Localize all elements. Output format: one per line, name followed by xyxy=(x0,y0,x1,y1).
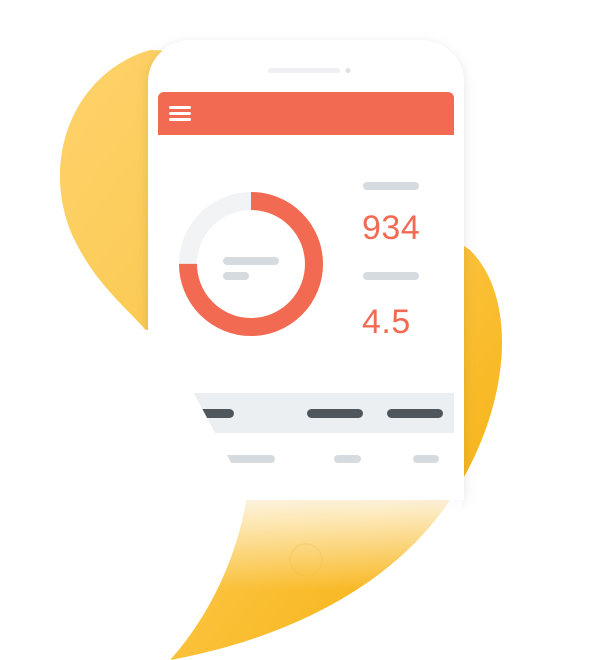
app-illustration: 934 4.5 xyxy=(0,0,600,660)
camera-dot xyxy=(345,68,351,73)
menu-bar xyxy=(169,106,191,109)
column-header-skeleton xyxy=(387,409,443,418)
metric-value-primary: 934 xyxy=(362,209,421,247)
speaker-grille xyxy=(268,68,340,73)
app-header-bar xyxy=(158,92,454,135)
menu-bar xyxy=(169,112,191,115)
illustration-canvas xyxy=(0,40,503,660)
table-cell-skeleton xyxy=(413,455,439,463)
donut-label-skeleton xyxy=(223,257,279,265)
donut-sublabel-skeleton xyxy=(223,272,249,280)
column-header-skeleton xyxy=(307,409,363,418)
hamburger-menu-icon[interactable] xyxy=(166,100,196,126)
metric-label-skeleton xyxy=(363,272,419,280)
metric-label-skeleton xyxy=(363,182,419,190)
table-cell-skeleton xyxy=(334,455,361,463)
metric-value-secondary: 4.5 xyxy=(362,303,411,341)
menu-bar xyxy=(169,118,191,121)
